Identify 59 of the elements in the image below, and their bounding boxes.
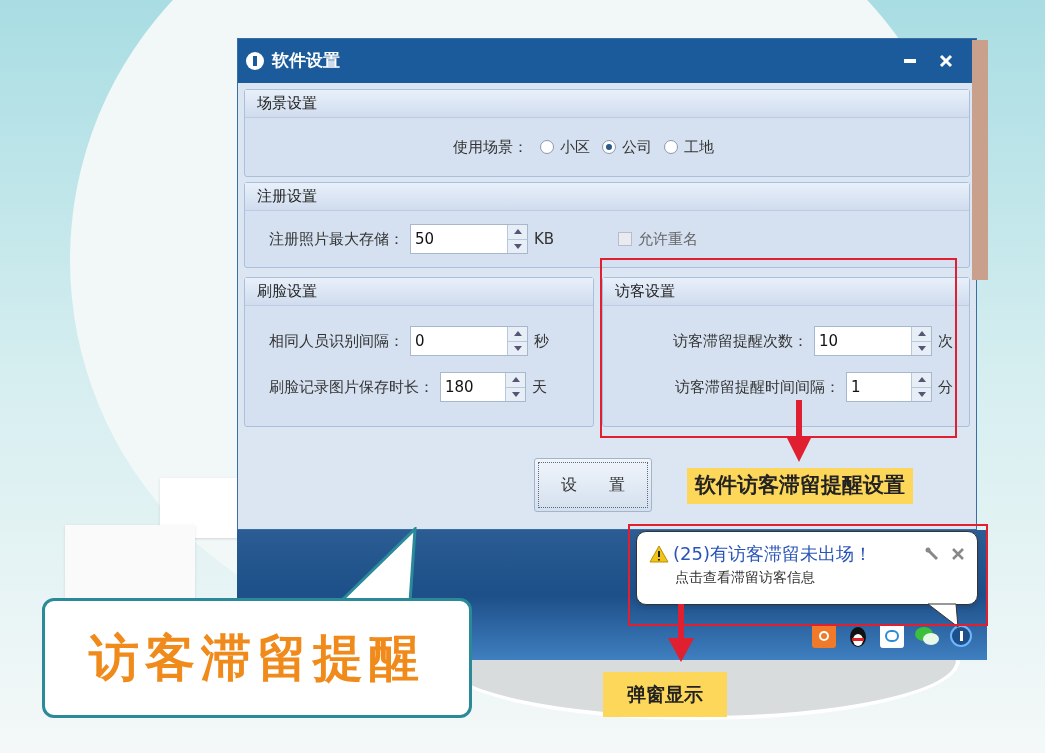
spin-buttons[interactable] — [507, 225, 527, 253]
warning-icon — [649, 544, 669, 563]
down-arrow-icon[interactable] — [511, 391, 520, 397]
up-arrow-icon[interactable] — [917, 377, 926, 383]
notification-title: (25)有访客滞留未出场！ — [673, 542, 873, 566]
down-arrow-icon[interactable] — [917, 345, 926, 351]
group-title: 注册设置 — [257, 186, 317, 208]
radio-button[interactable] — [601, 140, 616, 154]
number-field[interactable]: 50 — [410, 224, 528, 254]
radio-option[interactable]: 工地 — [663, 135, 714, 159]
callout-label: 弹窗显示 — [603, 672, 727, 717]
set-button[interactable]: 设 置 — [534, 458, 652, 512]
notification-message: 点击查看滞留访客信息 — [674, 568, 816, 587]
up-arrow-icon[interactable] — [513, 331, 522, 337]
radio-option[interactable]: 公司 — [601, 135, 652, 159]
spin-buttons[interactable] — [507, 327, 527, 355]
callout-label: 软件访客滞留提醒设置 — [687, 468, 913, 504]
down-arrow — [786, 400, 812, 462]
down-arrow-icon[interactable] — [917, 391, 926, 397]
radio-option[interactable]: 小区 — [539, 135, 590, 159]
field-label: 注册照片最大存储： — [269, 228, 404, 250]
unit-label: 分 — [938, 376, 953, 398]
spin-buttons[interactable] — [505, 373, 525, 401]
unit-label: KB — [534, 228, 555, 250]
gear-app-icon[interactable] — [812, 624, 836, 648]
close-icon — [939, 54, 953, 68]
wrench-icon[interactable] — [925, 546, 939, 561]
field-label: 访客滞留提醒时间间隔： — [675, 376, 840, 398]
spin-buttons[interactable] — [911, 327, 931, 355]
number-field[interactable]: 180 — [440, 372, 526, 402]
up-arrow-icon[interactable] — [511, 377, 520, 383]
app-logo-icon — [246, 52, 264, 70]
number-field[interactable]: 10 — [814, 326, 932, 356]
unit-label: 天 — [532, 376, 547, 398]
headline-text: 访客滞留提醒 — [89, 627, 425, 689]
radio-button[interactable] — [663, 140, 678, 154]
close-icon[interactable] — [951, 546, 965, 561]
unit-label: 次 — [938, 330, 953, 352]
field-label: 相同人员识别间隔： — [269, 330, 404, 352]
up-arrow-icon[interactable] — [513, 229, 522, 235]
down-arrow-icon[interactable] — [513, 345, 522, 351]
spin-buttons[interactable] — [911, 373, 931, 401]
group-title: 刷脸设置 — [257, 281, 317, 303]
field-label: 访客滞留提醒次数： — [673, 330, 808, 352]
window-title: 软件设置 — [272, 49, 341, 73]
up-arrow-icon[interactable] — [917, 331, 926, 337]
field-label: 使用场景： — [452, 136, 528, 158]
field-label: 刷脸记录图片保存时长： — [269, 376, 434, 398]
down-arrow — [668, 604, 694, 662]
chat-bubbles-icon[interactable] — [914, 625, 940, 647]
group-title: 访客设置 — [615, 281, 675, 303]
down-arrow-icon[interactable] — [513, 243, 522, 249]
chat-bubble-icon[interactable] — [880, 624, 904, 648]
group-title: 场景设置 — [257, 93, 317, 115]
unit-label: 秒 — [534, 330, 549, 352]
number-field[interactable]: 1 — [846, 372, 932, 402]
notification-popup[interactable]: (25)有访客滞留未出场！ 点击查看滞留访客信息 — [636, 531, 978, 605]
radio-button[interactable] — [539, 140, 554, 154]
number-field[interactable]: 0 — [410, 326, 528, 356]
